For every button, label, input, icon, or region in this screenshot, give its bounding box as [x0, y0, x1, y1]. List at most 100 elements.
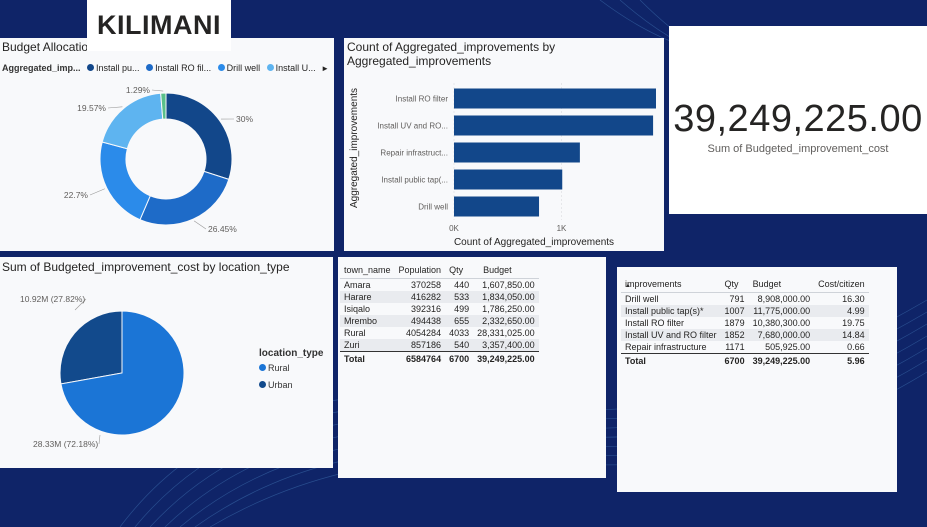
- table-total-row: Total 6584764 6700 39,249,225.00: [340, 351, 539, 366]
- improvement-table-body: Drill well 791 8,908,000.00 16.30 Install pu…: [621, 293, 869, 368]
- logo: KILIMANI: [87, 0, 231, 51]
- x-axis-title: Count of Aggregated_improvements: [454, 237, 614, 248]
- donut-slice[interactable]: [165, 92, 233, 181]
- legend-item-rural[interactable]: Rural: [259, 363, 290, 373]
- leader-line: [193, 220, 207, 230]
- town-table-panel[interactable]: town_name Population Qty Budget Amara 370…: [338, 257, 606, 478]
- total-cell: Total: [340, 351, 395, 366]
- table-cell: 4033: [449, 328, 470, 338]
- total-cell: 6700: [720, 353, 749, 368]
- table-cell: Repair infrastructure: [625, 342, 707, 352]
- table-row[interactable]: Isiqalo 392316 499 1,786,250.00: [340, 303, 539, 315]
- column-header[interactable]: Budget: [473, 261, 539, 279]
- table-cell: Amara: [344, 280, 371, 290]
- table-cell: Install RO filter: [625, 318, 685, 328]
- bar[interactable]: [454, 88, 656, 109]
- table-cell: 4.99: [814, 305, 869, 317]
- table-cell: 14.84: [814, 329, 869, 341]
- pie-slice-urban[interactable]: [59, 310, 123, 385]
- table-cell: 28,331,025.00: [477, 328, 535, 338]
- column-header[interactable]: Cost/citizen: [814, 275, 869, 293]
- kpi-card[interactable]: 39,249,225.00 Sum of Budgeted_improvemen…: [669, 26, 927, 214]
- table-cell: 16.30: [842, 294, 865, 304]
- table-total-row: Total 6700 39,249,225.00 5.96: [621, 353, 869, 368]
- table-row[interactable]: Install RO filter 1879 10,380,300.00 19.75: [621, 317, 869, 329]
- total-cell: 39,249,225.00: [748, 353, 815, 368]
- count-chart-panel[interactable]: Count of Aggregated_improvements by Aggr…: [344, 38, 664, 251]
- column-header[interactable]: Budget: [748, 275, 815, 293]
- leader-line: [107, 106, 123, 109]
- donut-slice[interactable]: [99, 141, 151, 221]
- y-tick-label: Install UV and RO...: [377, 122, 448, 131]
- table-cell: 1852: [720, 329, 749, 341]
- x-tick-label: 0K: [449, 224, 459, 233]
- table-cell: 392316: [411, 304, 442, 314]
- legend-item-urban[interactable]: Urban: [259, 380, 293, 390]
- donut-slice[interactable]: [139, 170, 230, 226]
- slice-label: 22.7%: [64, 190, 89, 200]
- legend-dot-icon: [259, 364, 266, 371]
- table-cell: 1,786,250.00: [482, 304, 535, 314]
- table-row[interactable]: Mrembo 494438 655 2,332,650.00: [340, 315, 539, 327]
- y-tick-label: Drill well: [418, 203, 448, 212]
- column-header[interactable]: Population: [394, 261, 446, 279]
- total-cell: 5.96: [814, 353, 869, 368]
- table-cell: 655: [445, 315, 474, 327]
- table-row[interactable]: Zuri 857186 540 3,357,400.00: [340, 339, 539, 352]
- table-cell: Zuri: [340, 339, 395, 352]
- leader-line: [151, 89, 164, 92]
- improvement-table[interactable]: improvements Qty Budget Cost/citizen Dri…: [621, 275, 869, 368]
- table-cell: 19.75: [842, 318, 865, 328]
- bar-chart[interactable]: 0K1K2KInstall RO filterInstall UV and RO…: [344, 38, 664, 251]
- column-header[interactable]: Qty: [720, 275, 749, 293]
- slice-label: 1.29%: [126, 85, 151, 95]
- y-tick-label: Install RO filter: [396, 95, 449, 104]
- column-header[interactable]: Qty: [445, 261, 474, 279]
- table-cell: Mrembo: [340, 315, 395, 327]
- improvement-table-panel[interactable]: ▲ improvements Qty Budget Cost/citizen D…: [617, 267, 897, 492]
- table-cell: Drill well: [625, 294, 659, 304]
- y-axis-title: Aggregated_improvements: [349, 88, 360, 208]
- table-cell: 2,332,650.00: [473, 315, 539, 327]
- leader-line: [89, 188, 105, 196]
- kpi-label: Sum of Budgeted_improvement_cost: [707, 143, 889, 155]
- table-cell: 0.66: [847, 342, 865, 352]
- table-header-row: town_name Population Qty Budget: [340, 261, 539, 279]
- table-row[interactable]: Rural 4054284 4033 28,331,025.00: [340, 327, 539, 339]
- table-cell: 540: [445, 339, 474, 352]
- table-row[interactable]: Install public tap(s)* 1007 11,775,000.00 4…: [621, 305, 869, 317]
- slice-label: 26.45%: [208, 224, 237, 234]
- table-cell: 10,380,300.00: [752, 318, 811, 328]
- bar[interactable]: [454, 142, 580, 163]
- table-row[interactable]: Harare 416282 533 1,834,050.00: [340, 291, 539, 303]
- legend-dot-icon: [259, 381, 266, 388]
- table-row[interactable]: Drill well 791 8,908,000.00 16.30: [621, 293, 869, 306]
- donut-slice[interactable]: [101, 92, 164, 150]
- slice-label: 10.92M (27.82%): [20, 294, 85, 304]
- budget-allocation-panel[interactable]: Budget Allocatio Aggregated_imp... Insta…: [0, 38, 334, 251]
- total-cell: 6584764: [394, 351, 446, 366]
- table-row[interactable]: Amara 370258 440 1,607,850.00: [340, 279, 539, 292]
- table-cell: 416282: [394, 291, 446, 303]
- bar[interactable]: [454, 115, 654, 136]
- column-header[interactable]: improvements: [621, 275, 721, 293]
- location-chart-panel[interactable]: Sum of Budgeted_improvement_cost by loca…: [0, 257, 333, 468]
- bar[interactable]: [454, 196, 540, 217]
- donut-chart[interactable]: 30% 26.45% 22.7% 19.57% 1.29%: [0, 38, 334, 251]
- table-row[interactable]: Repair infrastructure 1171 505,925.00 0.66: [621, 341, 869, 354]
- location-legend-title: location_type: [259, 348, 324, 359]
- table-row[interactable]: Install UV and RO filter 1852 7,680,000.00…: [621, 329, 869, 341]
- table-cell: Install UV and RO filter: [621, 329, 721, 341]
- table-cell: 8,908,000.00: [757, 294, 811, 304]
- town-table[interactable]: town_name Population Qty Budget Amara 370…: [340, 261, 539, 366]
- table-cell: 11,775,000.00: [748, 305, 815, 317]
- table-cell: 370258: [411, 280, 442, 290]
- table-cell: 494438: [394, 315, 446, 327]
- slice-label: 30%: [236, 114, 253, 124]
- table-cell: 791: [729, 294, 745, 304]
- column-header[interactable]: town_name: [340, 261, 395, 279]
- legend-item-label: Rural: [268, 363, 290, 373]
- bar[interactable]: [454, 169, 563, 190]
- table-cell: 533: [445, 291, 474, 303]
- kpi-value: 39,249,225.00: [673, 98, 923, 140]
